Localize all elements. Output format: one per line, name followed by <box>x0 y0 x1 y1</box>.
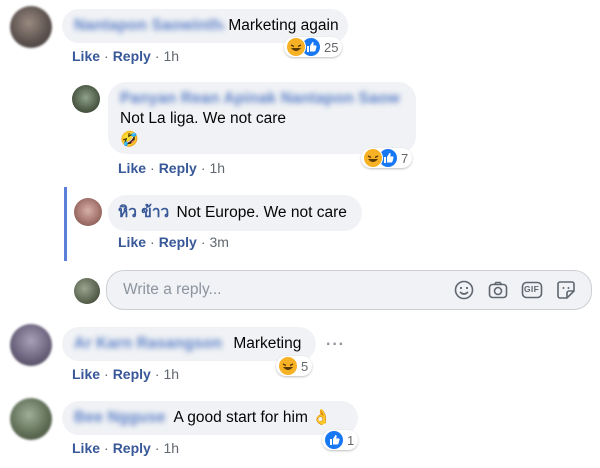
comment-author[interactable]: Ar Karn Rasangson <box>74 334 229 354</box>
rofl-emoji: 🤣 <box>120 131 139 148</box>
avatar[interactable] <box>72 85 100 113</box>
ok-hand-emoji: 👌 <box>312 409 331 426</box>
avatar[interactable] <box>10 6 52 48</box>
reaction-summary[interactable]: 7 <box>361 148 413 168</box>
reaction-count: 5 <box>301 358 309 374</box>
comment-author[interactable]: หิว ข้าว <box>118 204 169 221</box>
more-options-icon[interactable]: ··· <box>326 336 345 354</box>
smiley-icon[interactable] <box>453 279 475 301</box>
reply-link[interactable]: Reply <box>113 440 151 456</box>
like-icon <box>324 430 344 450</box>
current-user-avatar <box>74 278 100 304</box>
comment-author[interactable]: Panyan Rean Apinak Nantapon Saowintha <box>120 89 400 109</box>
reaction-summary[interactable]: 5 <box>276 356 313 376</box>
reaction-count: 7 <box>401 150 409 166</box>
like-link[interactable]: Like <box>72 366 100 382</box>
timestamp[interactable]: 1h <box>163 440 179 456</box>
timestamp[interactable]: 1h <box>209 160 225 176</box>
comment-actions: Like · Reply · 1h <box>72 440 180 456</box>
comment-text: A good start for him <box>173 409 308 426</box>
comment-text: Marketing again <box>228 17 339 34</box>
haha-icon <box>278 356 298 376</box>
timestamp[interactable]: 1h <box>163 366 179 382</box>
reply-input[interactable] <box>121 280 425 300</box>
comment-bubble: Ar Karn Rasangson Marketing <box>62 327 316 361</box>
timestamp[interactable]: 3m <box>209 234 228 250</box>
haha-icon <box>363 148 383 168</box>
gif-icon[interactable]: GIF <box>521 279 543 301</box>
reaction-count: 25 <box>324 39 339 55</box>
reply-link[interactable]: Reply <box>159 160 197 176</box>
like-link[interactable]: Like <box>72 440 100 456</box>
reply-link[interactable]: Reply <box>159 234 197 250</box>
avatar[interactable] <box>74 198 102 226</box>
timestamp[interactable]: 1h <box>163 48 179 64</box>
comment-actions: Like · Reply · 1h <box>118 160 226 176</box>
reply-link[interactable]: Reply <box>113 48 151 64</box>
comment-text: Marketing <box>233 335 302 352</box>
comment-bubble: Bee Ngguse A good start for him 👌 <box>62 401 358 435</box>
reply-box[interactable]: GIF <box>106 270 592 310</box>
highlight-bar <box>64 187 67 261</box>
comment-bubble: หิว ข้าว Not Europe. We not care <box>108 195 362 231</box>
sticker-icon[interactable] <box>555 279 577 301</box>
like-link[interactable]: Like <box>118 234 146 250</box>
avatar[interactable] <box>10 398 52 440</box>
comment-text: Not La liga. We not care <box>120 110 286 127</box>
comment-actions: Like · Reply · 3m <box>118 234 229 250</box>
camera-icon[interactable] <box>487 279 509 301</box>
comment-author[interactable]: Bee Ngguse <box>74 408 170 428</box>
reaction-summary[interactable]: 25 <box>284 37 343 57</box>
comment-actions: Like · Reply · 1h <box>72 366 180 382</box>
gif-label: GIF <box>524 284 540 294</box>
avatar[interactable] <box>10 324 52 366</box>
like-link[interactable]: Like <box>72 48 100 64</box>
haha-icon <box>286 37 306 57</box>
like-link[interactable]: Like <box>118 160 146 176</box>
reply-link[interactable]: Reply <box>113 366 151 382</box>
comment-author[interactable]: Nantapon Saowinthai <box>74 16 224 36</box>
comment-text: Not Europe. We not care <box>176 204 347 221</box>
reaction-summary[interactable]: 1 <box>322 430 359 450</box>
comment-bubble: Panyan Rean Apinak Nantapon Saowintha No… <box>108 82 416 154</box>
reaction-count: 1 <box>347 432 355 448</box>
comment-actions: Like · Reply · 1h <box>72 48 180 64</box>
